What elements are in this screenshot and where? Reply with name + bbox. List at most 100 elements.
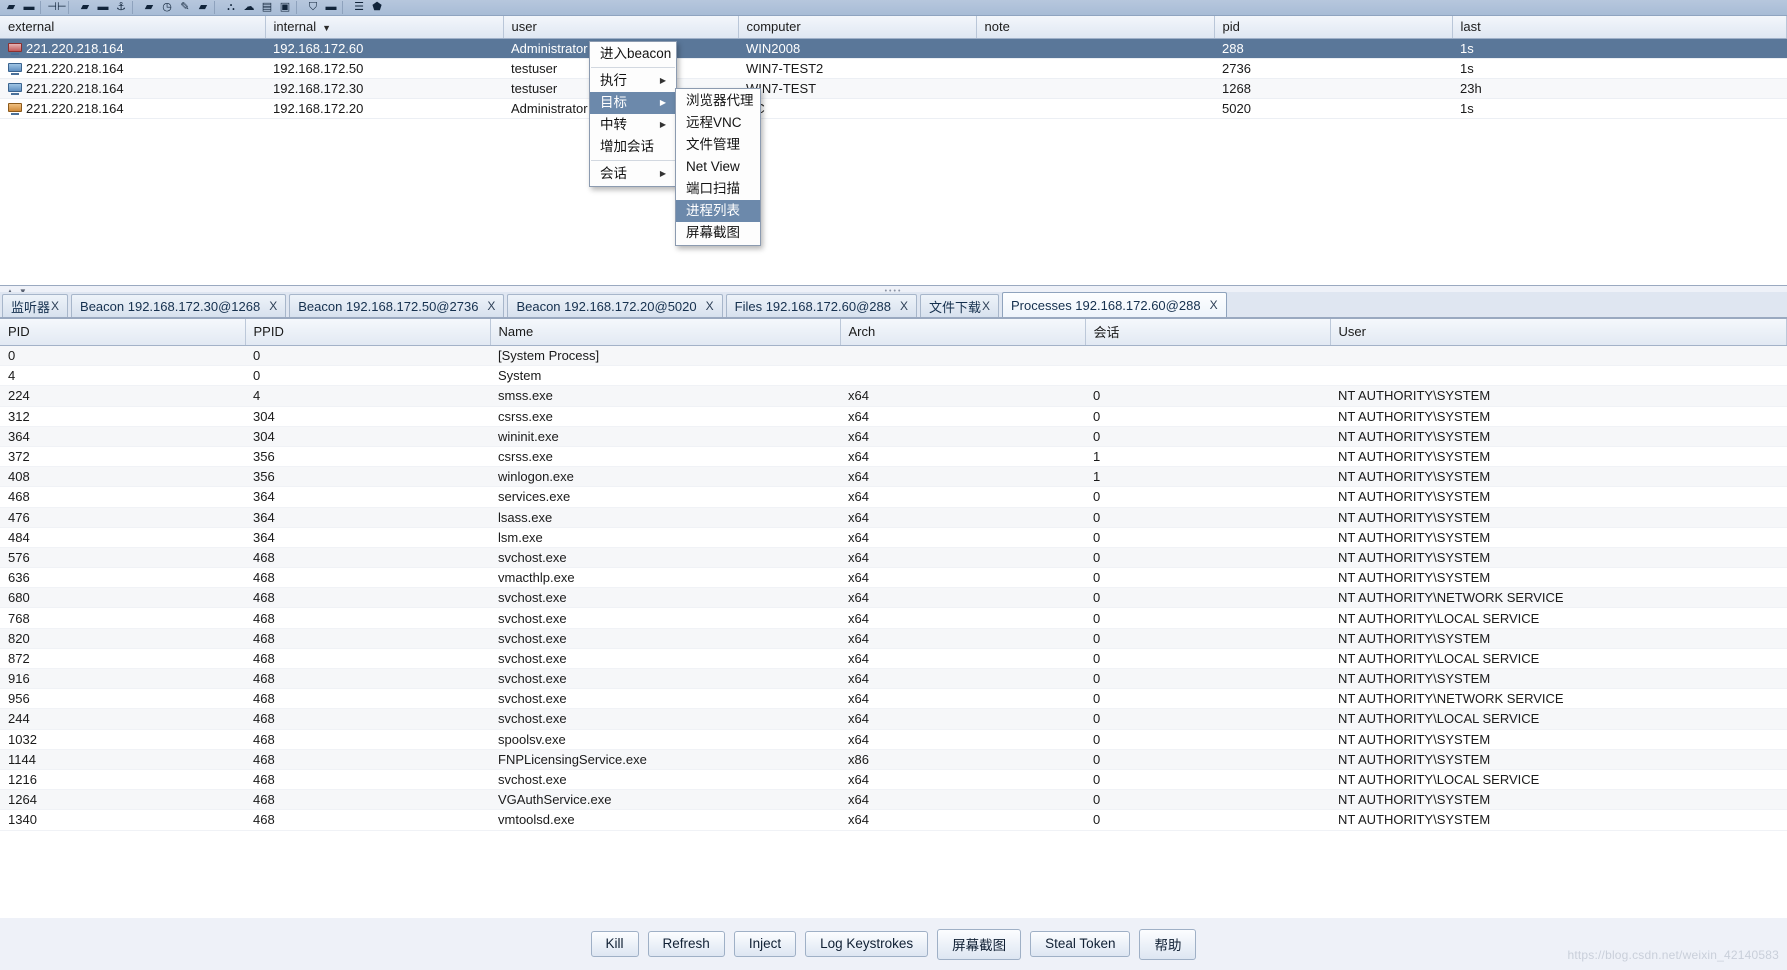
process-row[interactable]: 1264 468 VGAuthService.exe x64 0 NT AUTHORITY…	[0, 789, 1787, 811]
menu-item-2[interactable]: 目标 ▶	[590, 92, 676, 114]
shield2-icon[interactable]: ⬟	[368, 1, 386, 15]
pencil-icon[interactable]: ✎	[176, 1, 194, 15]
process-row[interactable]: 820 468 svchost.exe x64 0 NT AUTHORITY\SYSTEM	[0, 628, 1787, 649]
session-row[interactable]: 221.220.218.164 192.168.172.30 testuser WIN…	[0, 78, 1787, 99]
process-row[interactable]: 768 468 svchost.exe x64 0 NT AUTHORITY\LOCAL …	[0, 607, 1787, 629]
process-row[interactable]: 224 4 smss.exe x64 0 NT AUTHORITY\SYSTEM	[0, 385, 1787, 407]
session-row[interactable]: 221.220.218.164 192.168.172.60 Administrat…	[0, 38, 1787, 59]
tab-4[interactable]: Files 192.168.172.60@288 X	[725, 294, 917, 317]
clock-icon[interactable]: ◷	[158, 1, 176, 15]
process-row[interactable]: 1216 468 svchost.exe x64 0 NT AUTHORITY\LOCAL…	[0, 769, 1787, 791]
shield-icon[interactable]: ⛉	[304, 1, 322, 15]
session-row[interactable]: 221.220.218.164 192.168.172.50 testuser WIN…	[0, 58, 1787, 79]
process-row[interactable]: 636 468 vmacthlp.exe x64 0 NT AUTHORITY\SYSTE…	[0, 567, 1787, 589]
button-inject[interactable]: Inject	[733, 931, 797, 957]
tab-2[interactable]: Beacon 192.168.172.50@2736 X	[289, 294, 505, 317]
process-row[interactable]: 0 0 [System Process]	[0, 345, 1787, 367]
sessions-column-header-internal[interactable]: internal ▼	[265, 16, 504, 39]
sessions-column-header-external[interactable]: external	[0, 16, 266, 39]
process-row[interactable]: 408 356 winlogon.exe x64 1 NT AUTHORITY\SYSTE…	[0, 466, 1787, 488]
filter-icon[interactable]: ⊣⊢	[47, 1, 66, 15]
process-row[interactable]: 956 468 svchost.exe x64 0 NT AUTHORITY\NETWOR…	[0, 688, 1787, 710]
menu-item-3[interactable]: Net View	[676, 156, 760, 178]
process-row[interactable]: 364 304 wininit.exe x64 0 NT AUTHORITY\SYSTEM	[0, 426, 1787, 447]
menu-item-2[interactable]: 文件管理	[676, 134, 760, 156]
context-menu[interactable]: 进入beacon 执行 ▶ 目标 ▶ 中转 ▶ 增加会话会话 ▶	[589, 41, 677, 187]
process-row[interactable]: 244 468 svchost.exe x64 0 NT AUTHORITY\LOCAL …	[0, 708, 1787, 730]
sessions-column-header-pid[interactable]: pid	[1214, 16, 1453, 39]
process-row[interactable]: 916 468 svchost.exe x64 0 NT AUTHORITY\SYSTEM	[0, 668, 1787, 690]
process-row[interactable]: 872 468 svchost.exe x64 0 NT AUTHORITY\LOCAL …	[0, 648, 1787, 670]
tab-close-icon[interactable]: X	[487, 299, 495, 313]
process-row[interactable]: 476 364 lsass.exe x64 0 NT AUTHORITY\SYSTEM	[0, 507, 1787, 528]
sessions-column-header-computer[interactable]: computer	[738, 16, 977, 39]
menu-item-0[interactable]: 进入beacon	[590, 43, 676, 65]
process-row[interactable]: 4 0 System	[0, 365, 1787, 387]
process-cell-ppid: 468	[245, 587, 490, 609]
process-row[interactable]: 1144 468 FNPLicensingService.exe x86 0 NT AUT…	[0, 749, 1787, 770]
process-cell-name: svchost.exe	[490, 769, 840, 791]
tab-5[interactable]: 文件下载 X	[919, 294, 999, 317]
menu-item-1[interactable]: 远程VNC	[676, 112, 760, 134]
process-column-header-1[interactable]: PPID	[245, 319, 491, 346]
menu-item-6[interactable]: 屏幕截图	[676, 222, 760, 244]
process-row[interactable]: 312 304 csrss.exe x64 0 NT AUTHORITY\SYSTEM	[0, 406, 1787, 427]
bar-icon[interactable]: ▬	[322, 1, 340, 15]
tab-6[interactable]: Processes 192.168.172.60@288 X	[1002, 292, 1227, 317]
sessions-column-header-note[interactable]: note	[976, 16, 1215, 39]
process-row[interactable]: 680 468 svchost.exe x64 0 NT AUTHORITY\NETWOR…	[0, 587, 1787, 609]
button-steal-token[interactable]: Steal Token	[1030, 931, 1131, 957]
menu-item-1[interactable]: 执行 ▶	[590, 70, 676, 92]
tab-1[interactable]: Beacon 192.168.172.30@1268 X	[71, 294, 287, 317]
process-row[interactable]: 1032 468 spoolsv.exe x64 0 NT AUTHORITY\SYSTE…	[0, 729, 1787, 750]
process-column-header-3[interactable]: Arch	[840, 319, 1086, 346]
sessions-column-header-user[interactable]: user	[503, 16, 739, 39]
process-row[interactable]: 484 364 lsm.exe x64 0 NT AUTHORITY\SYSTEM	[0, 527, 1787, 548]
tab-close-icon[interactable]: X	[1210, 298, 1218, 312]
lines-icon[interactable]: ☰	[350, 1, 368, 15]
process-row[interactable]: 576 468 svchost.exe x64 0 NT AUTHORITY\SYSTEM	[0, 547, 1787, 569]
tab-close-icon[interactable]: X	[900, 299, 908, 313]
process-row[interactable]: 372 356 csrss.exe x64 1 NT AUTHORITY\SYSTEM	[0, 446, 1787, 468]
list-icon[interactable]: ▤	[258, 1, 276, 15]
button-refresh[interactable]: Refresh	[647, 931, 725, 957]
process-column-header-4[interactable]: 会话	[1085, 319, 1331, 346]
menu-item-0[interactable]: 浏览器代理	[676, 90, 760, 112]
tab-0[interactable]: 监听器 X	[2, 294, 69, 317]
session-external-text: 221.220.218.164	[26, 41, 124, 56]
cart-icon[interactable]: ⛬	[222, 1, 240, 15]
briefcase-icon[interactable]: ▰	[140, 1, 158, 15]
save-icon[interactable]: ▬	[20, 1, 38, 15]
menu-item-5[interactable]: 进程列表	[676, 200, 760, 222]
button-log-keystrokes[interactable]: Log Keystrokes	[805, 931, 929, 957]
minimize-icon[interactable]: ▬	[94, 1, 112, 15]
button-屏幕截图[interactable]: 屏幕截图	[937, 928, 1022, 960]
image-icon[interactable]: ▣	[276, 1, 294, 15]
cloud-icon[interactable]: ☁	[240, 1, 258, 15]
folder-open-icon[interactable]: ▰	[2, 1, 20, 15]
process-row[interactable]: 468 364 services.exe x64 0 NT AUTHORITY\SYSTE…	[0, 486, 1787, 508]
process-row[interactable]: 1340 468 vmtoolsd.exe x64 0 NT AUTHORITY\SYST…	[0, 809, 1787, 831]
laptop-icon[interactable]: ▰	[76, 1, 94, 15]
menu-item-4[interactable]: 增加会话	[590, 136, 676, 158]
button-kill[interactable]: Kill	[590, 931, 639, 957]
context-submenu-target[interactable]: 浏览器代理 远程VNC 文件管理 Net View 端口扫描 进程列表 屏幕截图	[675, 88, 761, 246]
menu-item-4[interactable]: 端口扫描	[676, 178, 760, 200]
process-column-header-2[interactable]: Name	[490, 319, 841, 346]
menu-item-5[interactable]: 会话 ▶	[590, 163, 676, 185]
process-cell-session: 0	[1085, 547, 1330, 569]
button-帮助[interactable]: 帮助	[1139, 928, 1197, 960]
tab-close-icon[interactable]: X	[269, 299, 277, 313]
menu-item-3[interactable]: 中转 ▶	[590, 114, 676, 136]
anchor-icon[interactable]: ⚓	[112, 1, 130, 15]
tab-close-icon[interactable]: X	[982, 299, 990, 313]
tab-close-icon[interactable]: X	[706, 299, 714, 313]
tab-close-icon[interactable]: X	[51, 299, 59, 313]
archive-icon[interactable]: ▰	[194, 1, 212, 15]
tab-3[interactable]: Beacon 192.168.172.20@5020 X	[507, 294, 723, 317]
process-column-header-5[interactable]: User	[1330, 319, 1787, 346]
session-row[interactable]: 221.220.218.164 192.168.172.20 Administrat…	[0, 98, 1787, 119]
sessions-column-header-last[interactable]: last	[1452, 16, 1787, 39]
process-column-header-0[interactable]: PID	[0, 319, 246, 346]
process-cell-session: 0	[1085, 587, 1330, 609]
